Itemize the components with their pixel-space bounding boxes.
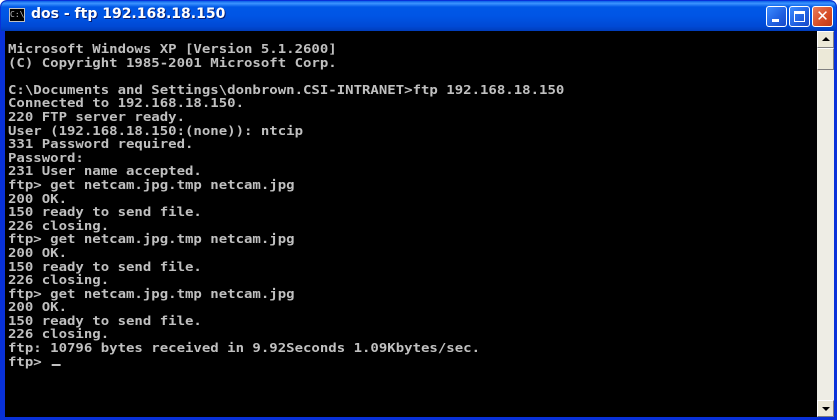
console-line: 200 OK. bbox=[8, 299, 68, 315]
title-bar[interactable]: C:\ dos - ftp 192.168.18.150 ✕ bbox=[1, 1, 836, 31]
console-line: ftp> get netcam.jpg.tmp netcam.jpg bbox=[8, 285, 295, 301]
console-line: Microsoft Windows XP [Version 5.1.2600] bbox=[8, 41, 337, 56]
console-line: Password: bbox=[8, 149, 84, 165]
scroll-down-icon bbox=[822, 407, 830, 411]
console-line: ftp> get netcam.jpg.tmp netcam.jpg bbox=[8, 231, 295, 247]
vertical-scrollbar[interactable] bbox=[817, 31, 834, 417]
console-line: ftp> get netcam.jpg.tmp netcam.jpg bbox=[8, 176, 295, 192]
console-line: 150 ready to send file. bbox=[8, 258, 202, 274]
scroll-up-button[interactable] bbox=[817, 31, 834, 48]
minimize-button[interactable] bbox=[766, 6, 787, 27]
maximize-icon bbox=[794, 11, 805, 22]
minimize-icon bbox=[772, 19, 779, 22]
console-line: 200 OK. bbox=[8, 190, 68, 206]
console-line: C:\Documents and Settings\donbrown.CSI-I… bbox=[8, 81, 565, 97]
console-prompt: ftp> bbox=[8, 353, 51, 369]
console-prompt-line[interactable]: ftp> bbox=[8, 353, 564, 369]
console-line: 226 closing. bbox=[8, 272, 110, 288]
console-line: 150 ready to send file. bbox=[8, 204, 202, 220]
scrollbar-thumb[interactable] bbox=[817, 48, 834, 70]
console-icon[interactable]: C:\ bbox=[9, 8, 25, 22]
console-line: 220 FTP server ready. bbox=[8, 108, 186, 124]
console-line: 331 Password required. bbox=[8, 136, 194, 152]
text-cursor bbox=[51, 363, 61, 366]
console-line: ftp: 10796 bytes received in 9.92Seconds… bbox=[8, 340, 481, 356]
console-line: Connected to 192.168.18.150. bbox=[8, 95, 245, 111]
console-line: 200 OK. bbox=[8, 244, 68, 260]
console-line: 226 closing. bbox=[8, 326, 110, 342]
scroll-up-icon bbox=[822, 37, 830, 41]
console-lines: Microsoft Windows XP [Version 5.1.2600] … bbox=[8, 42, 564, 368]
window-title: dos - ftp 192.168.18.150 bbox=[31, 6, 226, 22]
close-button[interactable]: ✕ bbox=[812, 6, 833, 27]
scroll-down-button[interactable] bbox=[817, 400, 834, 417]
close-icon: ✕ bbox=[816, 7, 829, 25]
console-line: 150 ready to send file. bbox=[8, 312, 202, 328]
console-line: (C) Copyright 1985-2001 Microsoft Corp. bbox=[8, 54, 337, 70]
console-output[interactable]: Microsoft Windows XP [Version 5.1.2600] … bbox=[5, 31, 817, 417]
console-window: C:\ dos - ftp 192.168.18.150 ✕ Microsoft… bbox=[0, 0, 837, 420]
console-line: User (192.168.18.150:(none)): ntcip bbox=[8, 122, 304, 138]
console-line: 226 closing. bbox=[8, 217, 110, 233]
maximize-button[interactable] bbox=[789, 6, 810, 27]
console-line: 231 User name accepted. bbox=[8, 163, 202, 179]
